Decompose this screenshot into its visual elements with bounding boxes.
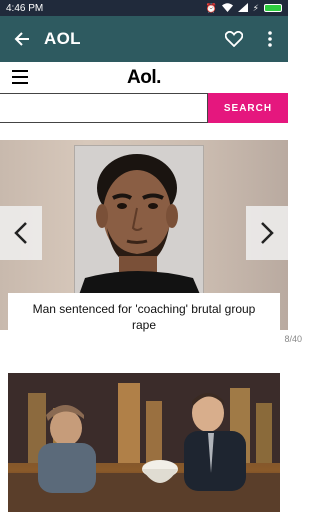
favorite-button[interactable] bbox=[216, 31, 252, 47]
status-icons: ⏰ ⚡ bbox=[205, 2, 282, 14]
chevron-left-icon bbox=[14, 222, 27, 244]
search-button[interactable]: SEARCH bbox=[208, 93, 288, 123]
signal-icon bbox=[237, 2, 248, 14]
hamburger-icon[interactable] bbox=[12, 70, 28, 84]
wifi-icon bbox=[221, 2, 233, 14]
app-title: AOL bbox=[44, 29, 81, 48]
slide-caption[interactable]: Man sentenced for 'coaching' brutal grou… bbox=[8, 293, 280, 337]
slideshow-next-button[interactable] bbox=[246, 206, 288, 260]
heart-outline-icon bbox=[225, 31, 243, 47]
video-thumbnail[interactable] bbox=[8, 373, 280, 512]
app-bar: AOL bbox=[0, 16, 288, 62]
slideshow-prev-button[interactable] bbox=[0, 206, 42, 260]
back-button[interactable] bbox=[0, 31, 44, 47]
more-options-button[interactable] bbox=[252, 31, 288, 47]
arrow-left-icon bbox=[14, 32, 29, 46]
site-header: Aol. bbox=[0, 62, 288, 94]
search-bar: SEARCH bbox=[0, 93, 288, 123]
search-input[interactable] bbox=[0, 93, 208, 123]
chevron-right-icon bbox=[261, 222, 274, 244]
aol-logo[interactable]: Aol. bbox=[127, 67, 161, 89]
charging-icon: ⚡ bbox=[252, 2, 259, 13]
battery-icon bbox=[264, 4, 282, 12]
status-bar: 4:46 PM ⏰ ⚡ bbox=[0, 0, 288, 16]
more-vert-icon bbox=[268, 31, 272, 47]
slide-counter: 8/40 bbox=[284, 334, 302, 344]
slide-photo bbox=[74, 145, 205, 306]
alarm-icon: ⏰ bbox=[205, 2, 217, 13]
status-time: 4:46 PM bbox=[6, 2, 44, 14]
